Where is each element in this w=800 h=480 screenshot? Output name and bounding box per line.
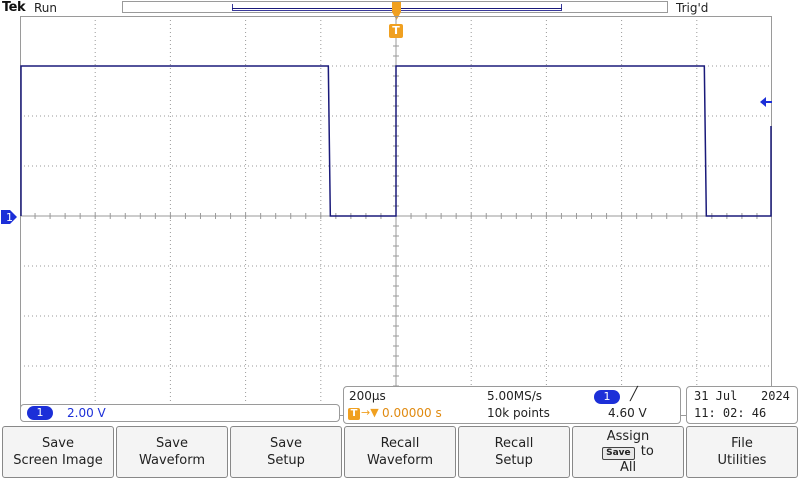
softkey-label: Save bbox=[156, 436, 188, 451]
softkey-label: File bbox=[731, 436, 753, 451]
ch1-ground-label: 1 bbox=[6, 211, 13, 224]
recall-setup-button[interactable]: Recall Setup bbox=[458, 426, 570, 478]
trigger-level: 4.60 V bbox=[608, 406, 647, 420]
trigger-position-marker[interactable]: T bbox=[389, 24, 403, 38]
trigger-level-arrow-icon[interactable] bbox=[760, 96, 772, 108]
ch1-badge: 1 bbox=[27, 406, 53, 420]
recall-waveform-button[interactable]: Recall Waveform bbox=[344, 426, 456, 478]
record-length: 10k points bbox=[487, 406, 550, 420]
softkey-label: Screen Image bbox=[13, 453, 103, 468]
sample-rate: 5.00MS/s bbox=[487, 389, 542, 403]
ch1-ground-marker-icon[interactable]: 1 bbox=[0, 209, 18, 225]
save-screen-image-button[interactable]: Save Screen Image bbox=[2, 426, 114, 478]
date-time-readout: 31 Jul 2024 11: 02: 46 bbox=[686, 386, 798, 424]
timebase: 200μs bbox=[349, 389, 386, 403]
softkey-label: to bbox=[640, 444, 654, 459]
time: 11: 02: 46 bbox=[694, 406, 767, 420]
ch1-waveform-trace bbox=[20, 65, 772, 217]
trigger-source-badge: 1 bbox=[594, 390, 620, 404]
softkey-label: Save bbox=[270, 436, 302, 451]
softkey-label: Recall bbox=[380, 436, 420, 451]
assign-save-button[interactable]: Assign Save to All bbox=[572, 426, 684, 478]
save-badge-icon: Save bbox=[602, 447, 635, 460]
delay-arrow-icon: →▼ bbox=[361, 406, 379, 419]
softkey-label: Waveform bbox=[367, 453, 433, 468]
softkey-label: Utilities bbox=[717, 453, 767, 468]
brand-logo: Tek bbox=[2, 0, 26, 15]
softkey-label: Waveform bbox=[139, 453, 205, 468]
save-setup-button[interactable]: Save Setup bbox=[230, 426, 342, 478]
softkey-label: Assign bbox=[606, 429, 650, 444]
file-utilities-button[interactable]: File Utilities bbox=[686, 426, 798, 478]
delay-trigger-icon: T bbox=[348, 408, 360, 420]
softkey-label: Setup bbox=[267, 453, 305, 468]
horizontal-delay: 0.00000 s bbox=[382, 406, 442, 420]
save-waveform-button[interactable]: Save Waveform bbox=[116, 426, 228, 478]
softkey-label: All bbox=[619, 460, 637, 475]
ch1-readout[interactable]: 1 2.00 V bbox=[20, 404, 340, 422]
year: 2024 bbox=[761, 389, 790, 403]
horizontal-readout[interactable]: 200μs 5.00MS/s 1 ╱ T →▼ 0.00000 s 10k po… bbox=[343, 386, 681, 424]
ch1-vertical-scale: 2.00 V bbox=[67, 406, 106, 420]
date: 31 Jul bbox=[694, 389, 738, 403]
softkey-label: Recall bbox=[494, 436, 534, 451]
softkey-label: Setup bbox=[495, 453, 533, 468]
rising-edge-icon: ╱ bbox=[630, 387, 638, 402]
acquisition-state: Run bbox=[34, 1, 58, 15]
waveform-display[interactable] bbox=[20, 16, 772, 416]
trigger-status: Trig'd bbox=[676, 1, 709, 15]
softkey-label: Save bbox=[42, 436, 74, 451]
softkey-label-row: Save to bbox=[602, 444, 654, 460]
